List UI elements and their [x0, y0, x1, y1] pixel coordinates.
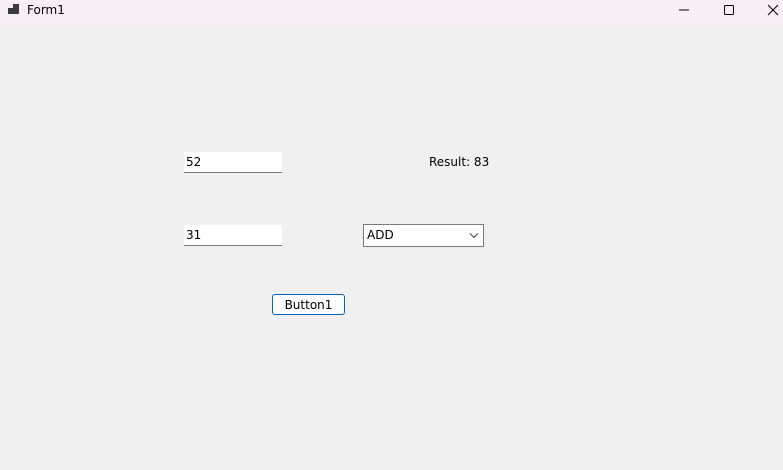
maximize-icon [724, 5, 734, 15]
operation-selected-value: ADD [367, 228, 394, 242]
window-title: Form1 [27, 3, 65, 17]
close-button[interactable] [753, 0, 783, 20]
minimize-button[interactable] [664, 0, 704, 20]
first-number-input[interactable] [184, 152, 282, 173]
button1[interactable]: Button1 [272, 294, 345, 315]
second-number-input[interactable] [184, 225, 282, 246]
minimize-icon [679, 9, 689, 11]
maximize-button[interactable] [709, 0, 749, 20]
title-bar[interactable]: Form1 [0, 0, 783, 26]
chevron-down-icon [469, 233, 479, 239]
app-icon [8, 4, 19, 14]
close-icon [767, 4, 779, 16]
operation-dropdown[interactable]: ADD [363, 224, 484, 247]
result-label: Result: 83 [429, 155, 490, 169]
